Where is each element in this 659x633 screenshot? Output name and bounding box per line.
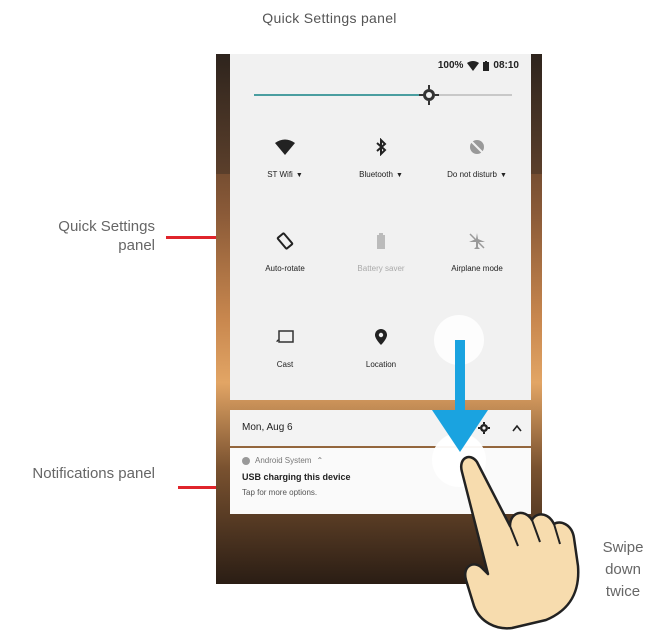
swipe-down-arrow [432,340,488,452]
pointing-hand-icon [459,455,580,630]
gesture-overlay [432,315,580,630]
swipe-caption: Swipe down twice [602,539,644,600]
